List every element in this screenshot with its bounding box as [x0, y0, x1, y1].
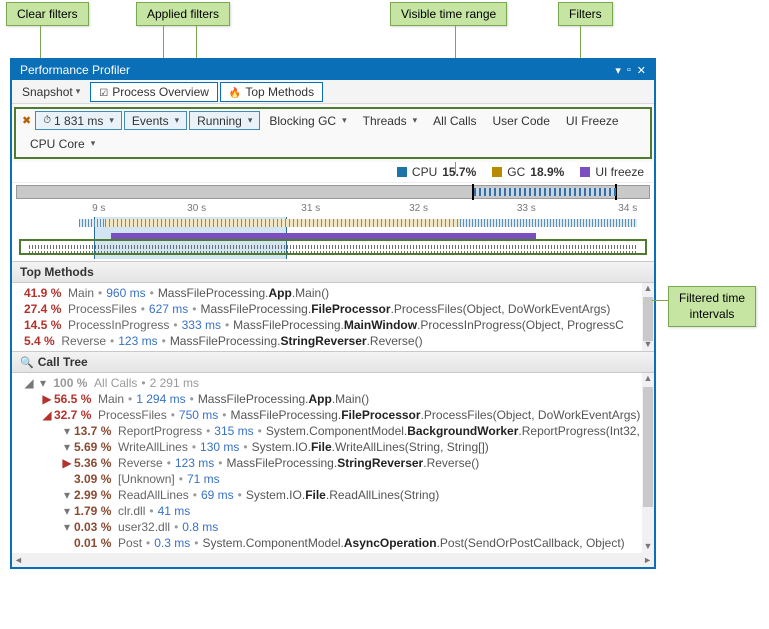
- toolbar: Snapshot Process Overview Top Methods: [12, 80, 654, 104]
- callout-filters: Filters: [558, 2, 613, 26]
- window-titlebar: Performance Profiler ▾ ▫ ✕: [12, 60, 654, 80]
- top-method-row[interactable]: 41.9 % Main•960 ms•MassFileProcessing.Ap…: [16, 285, 640, 301]
- filter-threads[interactable]: Threads: [356, 111, 425, 130]
- annotation-layer: Clear filters Applied filters Visible ti…: [0, 0, 769, 58]
- callout-filtered-intervals: Filtered timeintervals: [668, 286, 756, 327]
- process-icon: [99, 85, 108, 99]
- window-close-icon[interactable]: ✕: [637, 64, 646, 77]
- clear-filters-button[interactable]: ✖: [22, 114, 31, 127]
- gc-swatch-icon: [492, 167, 502, 177]
- scrollbar-vertical[interactable]: ▲ ▼: [642, 373, 654, 553]
- window-menu-icon[interactable]: ▾: [615, 64, 621, 77]
- tree-row[interactable]: ▾2.99 % ReadAllLines•69 ms•System.IO.Fil…: [16, 487, 640, 503]
- scroll-up-icon[interactable]: ▲: [642, 283, 654, 295]
- window-title: Performance Profiler: [20, 63, 130, 77]
- section-call-tree: Call Tree: [12, 351, 654, 373]
- tab-process-overview[interactable]: Process Overview: [90, 82, 218, 102]
- profiler-window: Performance Profiler ▾ ▫ ✕ Snapshot Proc…: [10, 58, 656, 569]
- top-method-row[interactable]: 27.4 % ProcessFiles•627 ms•MassFileProce…: [16, 301, 640, 317]
- filter-all-calls[interactable]: All Calls: [426, 111, 483, 130]
- stat-cpu: CPU 15.7%: [397, 165, 476, 179]
- timeline-ticks: 9 s 30 s 31 s 32 s 33 s 34 s: [16, 203, 650, 217]
- filters-box: ✖ ⏱1 831 ms Events Running Blocking GC T…: [14, 107, 652, 159]
- scrollbar-vertical[interactable]: ▲ ▼: [642, 283, 654, 351]
- scrollbar-horizontal[interactable]: ◄ ►: [12, 553, 654, 567]
- tree-row[interactable]: ▾1.79 % clr.dll•41 ms: [16, 503, 640, 519]
- uifreeze-swatch-icon: [580, 167, 590, 177]
- tree-row[interactable]: 3.09 % [Unknown]•71 ms: [16, 471, 640, 487]
- snapshot-dropdown[interactable]: Snapshot: [14, 82, 88, 102]
- scroll-thumb[interactable]: [643, 297, 653, 341]
- overview-bar[interactable]: [16, 185, 650, 199]
- tree-row[interactable]: 0.01 % Post•0.3 ms•System.ComponentModel…: [16, 535, 640, 551]
- callout-visible-time-range: Visible time range: [390, 2, 507, 26]
- scroll-left-icon[interactable]: ◄: [14, 555, 23, 565]
- tree-row[interactable]: ▾0.03 % user32.dll•0.8 ms: [16, 519, 640, 535]
- filter-cpu-core[interactable]: CPU Core: [23, 134, 102, 153]
- scroll-down-icon[interactable]: ▼: [642, 339, 654, 351]
- search-icon[interactable]: [20, 355, 38, 369]
- stat-gc: GC 18.9%: [492, 165, 564, 179]
- tree-row[interactable]: ▶56.5 % Main•1 294 ms•MassFileProcessing…: [16, 391, 640, 407]
- top-method-row[interactable]: 14.5 % ProcessInProgress•333 ms•MassFile…: [16, 317, 640, 333]
- filter-blocking-gc[interactable]: Blocking GC: [262, 111, 353, 130]
- ui-freeze-bar: [111, 233, 536, 239]
- timeline[interactable]: 9 s 30 s 31 s 32 s 33 s 34 s: [16, 203, 650, 259]
- scroll-right-icon[interactable]: ►: [643, 555, 652, 565]
- tree-row[interactable]: ▾5.69 % WriteAllLines•130 ms•System.IO.F…: [16, 439, 640, 455]
- filter-running[interactable]: Running: [189, 111, 260, 130]
- callout-applied-filters: Applied filters: [136, 2, 230, 26]
- stats-row: CPU 15.7% GC 18.9% UI freeze: [12, 162, 654, 183]
- stat-uifreeze: UI freeze: [580, 165, 644, 179]
- top-method-row[interactable]: 5.4 % Reverse•123 ms•MassFileProcessing.…: [16, 333, 640, 349]
- call-tree: ◢▾ 100 % All Calls•2 291 ms ▶56.5 % Main…: [12, 373, 654, 553]
- scroll-thumb[interactable]: [643, 387, 653, 507]
- tree-row[interactable]: ◢32.7 % ProcessFiles•750 ms•MassFileProc…: [16, 407, 640, 423]
- scroll-up-icon[interactable]: ▲: [642, 373, 654, 385]
- cpu-swatch-icon: [397, 167, 407, 177]
- tree-row[interactable]: ▾13.7 % ReportProgress•315 ms•System.Com…: [16, 423, 640, 439]
- callout-clear-filters: Clear filters: [6, 2, 89, 26]
- filter-duration[interactable]: ⏱1 831 ms: [35, 111, 122, 130]
- fire-icon: [229, 85, 241, 99]
- top-methods-list: 41.9 % Main•960 ms•MassFileProcessing.Ap…: [12, 283, 654, 351]
- tab-top-methods[interactable]: Top Methods: [220, 82, 323, 102]
- window-pin-icon[interactable]: ▫: [627, 64, 631, 76]
- timeline-body: [16, 217, 650, 259]
- filter-ui-freeze[interactable]: UI Freeze: [559, 111, 626, 130]
- tree-root[interactable]: ◢▾ 100 % All Calls•2 291 ms: [16, 375, 640, 391]
- filter-user-code[interactable]: User Code: [486, 111, 557, 130]
- filters-row: ✖ ⏱1 831 ms Events Running Blocking GC T…: [12, 104, 654, 162]
- scroll-down-icon[interactable]: ▼: [642, 541, 654, 553]
- section-top-methods: Top Methods: [12, 261, 654, 283]
- filter-events[interactable]: Events: [124, 111, 187, 130]
- tree-row[interactable]: ▶5.36 % Reverse•123 ms•MassFileProcessin…: [16, 455, 640, 471]
